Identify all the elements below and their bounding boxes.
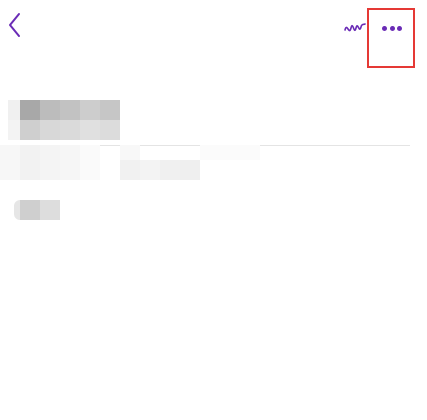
back-button[interactable] (4, 10, 26, 40)
more-dot (382, 26, 387, 31)
note-screen (0, 0, 427, 420)
handwriting-button[interactable] (343, 16, 367, 40)
chevron-left-icon (9, 13, 20, 37)
top-bar (0, 0, 427, 68)
more-options-button[interactable] (367, 8, 415, 68)
scribble-pen-icon (344, 23, 366, 32)
more-dot (397, 26, 402, 31)
more-dot (389, 26, 395, 31)
